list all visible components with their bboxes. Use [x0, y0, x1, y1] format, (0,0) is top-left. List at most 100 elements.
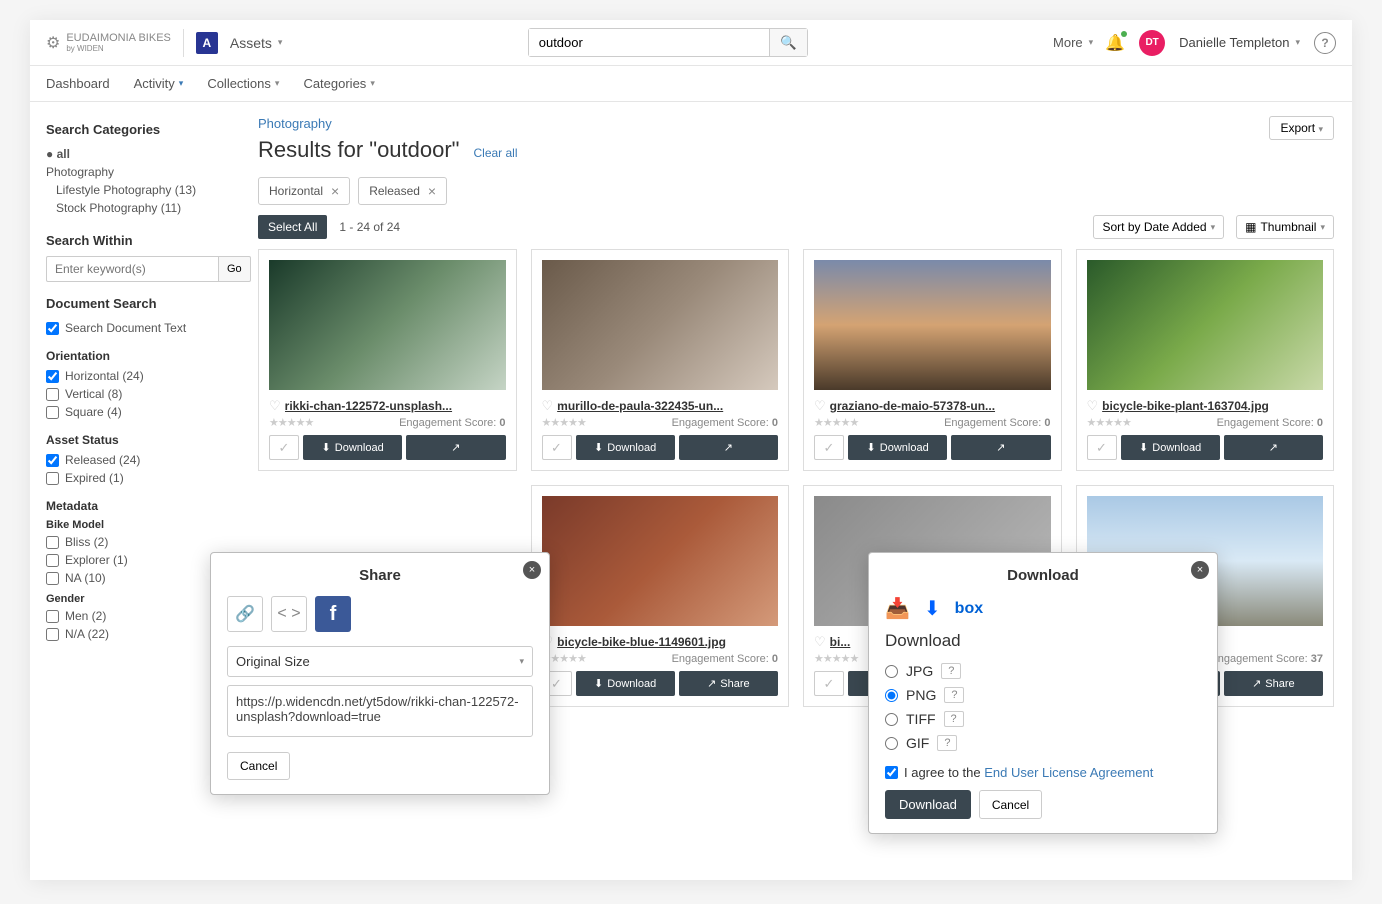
share-button[interactable]: ↗	[406, 435, 505, 460]
heart-icon[interactable]: ♡	[269, 398, 281, 414]
asset-filename[interactable]: rikki-chan-122572-unsplash...	[285, 399, 506, 413]
asset-thumbnail[interactable]	[542, 260, 779, 390]
asset-filename[interactable]: murillo-de-paula-322435-un...	[557, 399, 778, 413]
heart-icon[interactable]: ♡	[1087, 398, 1099, 414]
heart-icon[interactable]: ♡	[542, 398, 554, 414]
doc-text-checkbox[interactable]: Search Document Text	[46, 319, 228, 337]
agree-checkbox[interactable]: I agree to the End User License Agreemen…	[885, 765, 1201, 780]
nav-dashboard[interactable]: Dashboard	[46, 76, 110, 91]
select-checkbox[interactable]: ✓	[814, 671, 844, 696]
nav-categories[interactable]: Categories▾	[303, 76, 374, 91]
star-rating[interactable]: ★★★★★	[814, 652, 858, 665]
select-checkbox[interactable]: ✓	[542, 435, 572, 460]
radio[interactable]	[885, 689, 898, 702]
cancel-button[interactable]: Cancel	[979, 790, 1042, 819]
radio[interactable]	[885, 713, 898, 726]
share-button[interactable]: ↗	[679, 435, 778, 460]
share-button[interactable]: ↗ Share	[679, 671, 778, 696]
star-rating[interactable]: ★★★★★	[1087, 416, 1131, 429]
radio[interactable]	[885, 665, 898, 678]
checkbox[interactable]	[46, 472, 59, 485]
search-within-input[interactable]	[46, 256, 219, 282]
view-dropdown[interactable]: ▦ Thumbnail ▾	[1236, 215, 1334, 239]
help-button[interactable]: ?	[1314, 32, 1336, 54]
sidebar-item-stock[interactable]: Stock Photography (11)	[46, 199, 228, 217]
avatar[interactable]: DT	[1139, 30, 1165, 56]
radio[interactable]	[885, 737, 898, 750]
more-dropdown[interactable]: More ▾	[1053, 35, 1093, 50]
asset-card[interactable]: ♡ bicycle-bike-plant-163704.jpg ★★★★★ En…	[1076, 249, 1335, 471]
orientation-square[interactable]: Square (4)	[46, 403, 228, 421]
export-button[interactable]: Export ▾	[1269, 116, 1334, 140]
close-icon[interactable]: ×	[428, 183, 436, 199]
checkbox[interactable]	[46, 554, 59, 567]
notifications-button[interactable]: 🔔	[1105, 33, 1125, 53]
asset-card[interactable]: ♡ bicycle-bike-blue-1149601.jpg ★★★★★ En…	[531, 485, 790, 707]
download-local-icon[interactable]: 📥	[885, 596, 910, 621]
select-all-button[interactable]: Select All	[258, 215, 327, 239]
dropbox-icon[interactable]: ⬇	[924, 596, 941, 621]
cancel-button[interactable]: Cancel	[227, 752, 290, 780]
checkbox[interactable]	[46, 628, 59, 641]
status-released[interactable]: Released (24)	[46, 451, 228, 469]
select-checkbox[interactable]: ✓	[269, 435, 299, 460]
heart-icon[interactable]: ♡	[814, 634, 826, 650]
help-icon[interactable]: ?	[944, 711, 964, 727]
select-checkbox[interactable]: ✓	[1087, 435, 1117, 460]
share-facebook-tab[interactable]: f	[315, 596, 351, 632]
nav-activity[interactable]: Activity▾	[134, 76, 184, 91]
asset-card[interactable]: ♡ graziano-de-maio-57378-un... ★★★★★ Eng…	[803, 249, 1062, 471]
download-button[interactable]: ⬇ Download	[576, 671, 675, 696]
star-rating[interactable]: ★★★★★	[542, 416, 586, 429]
download-button[interactable]: ⬇ Download	[1121, 435, 1220, 460]
size-select[interactable]: Original Size ▾	[227, 646, 533, 677]
asset-thumbnail[interactable]	[542, 496, 779, 626]
star-rating[interactable]: ★★★★★	[814, 416, 858, 429]
sidebar-item-photography[interactable]: Photography	[46, 163, 228, 181]
checkbox[interactable]	[885, 766, 898, 779]
sidebar-item-all[interactable]: ● all	[46, 145, 228, 163]
orientation-horizontal[interactable]: Horizontal (24)	[46, 367, 228, 385]
share-url-input[interactable]: https://p.widencdn.net/yt5dow/rikki-chan…	[227, 685, 533, 737]
sidebar-item-lifestyle[interactable]: Lifestyle Photography (13)	[46, 181, 228, 199]
asset-thumbnail[interactable]	[1087, 260, 1324, 390]
share-link-tab[interactable]: 🔗	[227, 596, 263, 632]
help-icon[interactable]: ?	[944, 687, 964, 703]
asset-dropdown[interactable]: Assets ▾	[230, 35, 283, 51]
orientation-vertical[interactable]: Vertical (8)	[46, 385, 228, 403]
checkbox[interactable]	[46, 454, 59, 467]
asset-filename[interactable]: graziano-de-maio-57378-un...	[830, 399, 1051, 413]
checkbox[interactable]	[46, 610, 59, 623]
asset-filename[interactable]: bicycle-bike-blue-1149601.jpg	[557, 635, 778, 649]
asset-badge[interactable]: A	[196, 32, 218, 54]
gender-na[interactable]: N/A (22)	[46, 625, 228, 643]
nav-collections[interactable]: Collections▾	[207, 76, 279, 91]
chip-released[interactable]: Released×	[358, 177, 447, 205]
close-button[interactable]: ×	[1191, 561, 1209, 579]
checkbox[interactable]	[46, 370, 59, 383]
asset-thumbnail[interactable]	[814, 260, 1051, 390]
checkbox[interactable]	[46, 572, 59, 585]
bike-explorer[interactable]: Explorer (1)	[46, 551, 228, 569]
share-button[interactable]: ↗	[1224, 435, 1323, 460]
close-icon[interactable]: ×	[331, 183, 339, 199]
download-button[interactable]: Download	[885, 790, 971, 819]
chip-horizontal[interactable]: Horizontal×	[258, 177, 350, 205]
download-button[interactable]: ⬇ Download	[576, 435, 675, 460]
share-embed-tab[interactable]: < >	[271, 596, 307, 632]
eula-link[interactable]: End User License Agreement	[984, 765, 1153, 780]
user-menu[interactable]: Danielle Templeton ▾	[1179, 35, 1300, 50]
format-tiff[interactable]: TIFF?	[885, 707, 1201, 731]
breadcrumb[interactable]: Photography	[258, 116, 1334, 131]
asset-card[interactable]: ♡ murillo-de-paula-322435-un... ★★★★★ En…	[531, 249, 790, 471]
star-rating[interactable]: ★★★★★	[269, 416, 313, 429]
asset-filename[interactable]: bicycle-bike-plant-163704.jpg	[1102, 399, 1323, 413]
format-jpg[interactable]: JPG?	[885, 659, 1201, 683]
clear-all-link[interactable]: Clear all	[474, 146, 518, 160]
status-expired[interactable]: Expired (1)	[46, 469, 228, 487]
format-gif[interactable]: GIF?	[885, 731, 1201, 755]
asset-thumbnail[interactable]	[269, 260, 506, 390]
download-button[interactable]: ⬇ Download	[848, 435, 947, 460]
checkbox[interactable]	[46, 388, 59, 401]
help-icon[interactable]: ?	[937, 735, 957, 751]
